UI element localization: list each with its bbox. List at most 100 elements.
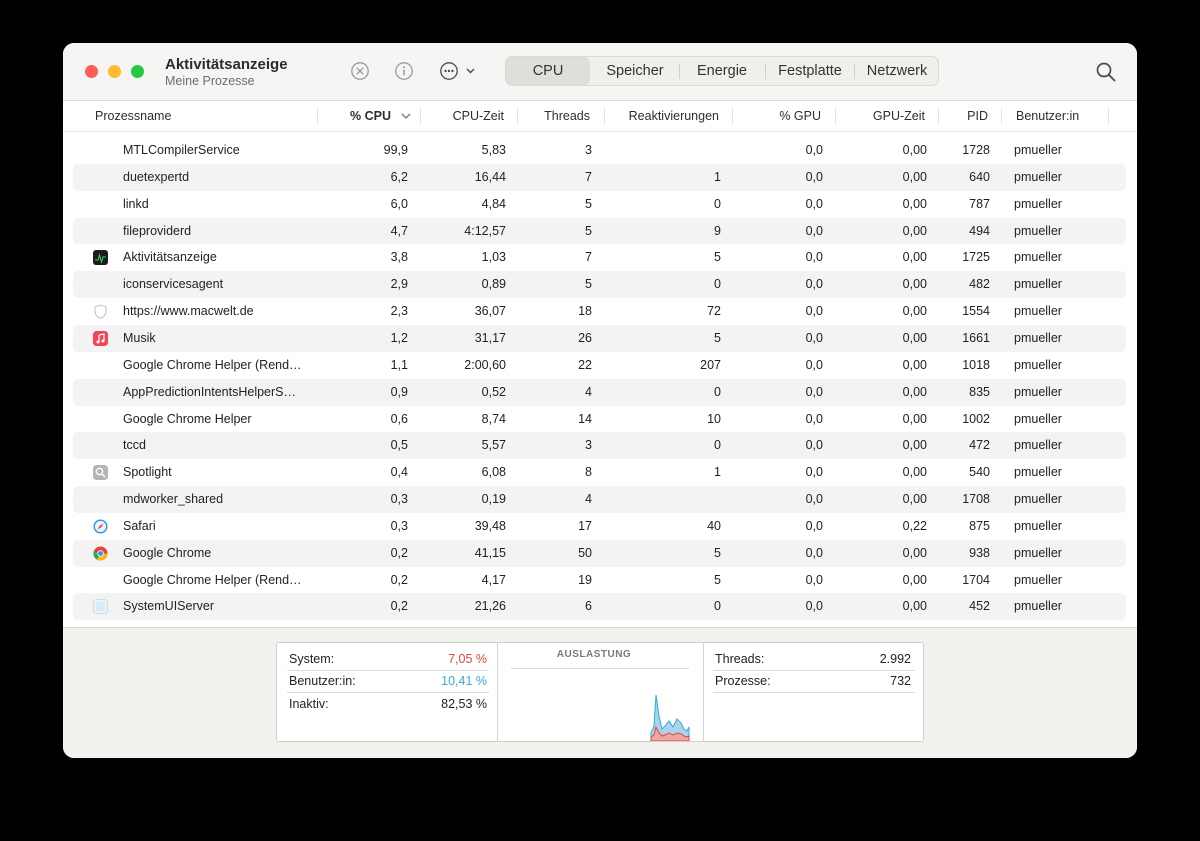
tab-festplatte[interactable]: Festplatte xyxy=(766,57,854,85)
threads-cell: 17 xyxy=(578,518,592,533)
gpu-cell: 0,0 xyxy=(805,599,823,614)
gpu-time-cell: 0,00 xyxy=(902,545,927,560)
table-row[interactable]: Google Chrome 0,2 41,15 50 5 0,0 0,00 938 pmuell… xyxy=(73,539,1126,567)
table-row[interactable]: iconservicesagent 2,9 0,89 5 0 0,0 0,00 482 pmue… xyxy=(73,271,1126,299)
column-header-prozessname[interactable]: Prozessname xyxy=(95,101,171,131)
user-cell: pmueller xyxy=(1014,384,1062,399)
table-row[interactable]: tccd 0,5 5,57 3 0 0,0 0,00 472 pmueller xyxy=(73,432,1126,460)
user-cell: pmueller xyxy=(1014,411,1062,426)
table-row[interactable]: Spotlight 0,4 6,08 8 1 0,0 0,00 540 pmueller xyxy=(73,459,1126,486)
gpu-time-cell: 0,00 xyxy=(902,330,927,345)
user-stat: Benutzer:in: 10,41 % xyxy=(289,670,487,692)
activity-monitor-window: Aktivitätsanzeige Meine Prozesse CPU Spe… xyxy=(63,43,1137,758)
gpu-time-cell: 0,00 xyxy=(902,250,927,265)
column-header-cpu[interactable]: % CPU xyxy=(333,101,391,131)
gpu-time-cell: 0,00 xyxy=(902,196,927,211)
cpu-summary-panel: System: 7,05 % Benutzer:in: 10,41 % Inak… xyxy=(63,627,1137,758)
table-row[interactable]: Aktivitätsanzeige 3,8 1,03 7 5 0,0 0,00 1725 pmu… xyxy=(73,244,1126,271)
table-row[interactable]: Google Chrome Helper (Rend… 0,2 4,17 19 5 0,0… xyxy=(73,567,1126,594)
safari-icon xyxy=(93,519,108,534)
idle-stat: Inaktiv: 82,53 % xyxy=(289,693,487,715)
cpu-cell: 0,2 xyxy=(390,545,408,560)
column-header-threads[interactable]: Threads xyxy=(523,101,590,131)
threads-cell: 4 xyxy=(585,384,592,399)
cpu-cell: 99,9 xyxy=(383,143,408,157)
sort-chevron-down-icon[interactable] xyxy=(400,101,414,131)
cpu-time-cell: 6,08 xyxy=(481,465,506,480)
zoom-window-button[interactable] xyxy=(131,65,144,78)
gpu-cell: 0,0 xyxy=(805,357,823,372)
tab-energie[interactable]: Energie xyxy=(680,57,764,85)
wakeups-cell xyxy=(611,137,721,164)
cpu-time-cell: 8,74 xyxy=(481,411,506,426)
user-value: 10,41 % xyxy=(441,674,487,688)
column-header-cpu-zeit[interactable]: CPU-Zeit xyxy=(425,101,504,131)
gpu-cell: 0,0 xyxy=(805,330,823,345)
process-name-cell: duetexpertd xyxy=(123,169,190,184)
stop-process-icon[interactable] xyxy=(350,61,370,81)
gpu-time-cell: 0,00 xyxy=(902,143,927,157)
systemuiserver-icon xyxy=(93,599,108,615)
info-icon[interactable] xyxy=(394,61,414,81)
cpu-cell: 6,0 xyxy=(390,196,408,211)
cpu-time-cell: 4,17 xyxy=(481,572,506,587)
table-row[interactable]: duetexpertd 6,2 16,44 7 1 0,0 0,00 640 pmueller xyxy=(73,163,1126,191)
table-row[interactable]: linkd 6,0 4,84 5 0 0,0 0,00 787 pmueller xyxy=(73,191,1126,218)
column-header-gpu[interactable]: % GPU xyxy=(743,101,821,131)
spotlight-icon xyxy=(93,465,108,481)
wakeups-cell: 72 xyxy=(707,304,721,319)
user-cell: pmueller xyxy=(1014,223,1062,238)
close-window-button[interactable] xyxy=(85,65,98,78)
cpu-cell: 0,4 xyxy=(390,465,408,480)
gpu-time-cell: 0,00 xyxy=(902,411,927,426)
table-row[interactable]: fileproviderd 4,7 4:12,57 5 9 0,0 0,00 494 pmuel… xyxy=(73,217,1126,245)
system-value: 7,05 % xyxy=(448,652,487,666)
wakeups-cell: 1 xyxy=(714,169,721,184)
threads-label: Threads: xyxy=(715,652,765,666)
table-row[interactable]: mdworker_shared 0,3 0,19 4 0,0 0,00 1708 pmuell… xyxy=(73,486,1126,513)
table-row[interactable]: SystemUIServer 0,2 21,26 6 0 0,0 0,00 452 pmuell… xyxy=(73,593,1126,621)
tab-cpu[interactable]: CPU xyxy=(506,57,590,85)
gpu-time-cell: 0,00 xyxy=(902,304,927,319)
processes-stat: Prozesse: 732 xyxy=(715,670,911,692)
more-actions-icon[interactable] xyxy=(439,61,479,81)
cpu-time-cell: 16,44 xyxy=(474,169,506,184)
wakeups-cell: 10 xyxy=(707,411,721,426)
tab-speicher[interactable]: Speicher xyxy=(592,57,678,85)
cpu-cell: 0,2 xyxy=(390,572,408,587)
threads-cell: 7 xyxy=(585,169,592,184)
table-row[interactable]: AppPredictionIntentsHelperS… 0,9 0,52 4 0 0,0… xyxy=(73,378,1126,406)
view-tabs: CPU Speicher Energie Festplatte Netzwerk xyxy=(505,56,939,86)
tab-netzwerk[interactable]: Netzwerk xyxy=(855,57,939,85)
column-header-gpu-zeit[interactable]: GPU-Zeit xyxy=(843,101,925,131)
search-icon[interactable] xyxy=(1095,61,1117,83)
column-header-benutzer[interactable]: Benutzer:in xyxy=(1016,101,1079,131)
wakeups-cell: 0 xyxy=(714,196,721,211)
cpu-cell: 1,2 xyxy=(390,330,408,345)
cpu-time-cell: 4,84 xyxy=(481,196,506,211)
cpu-time-cell: 36,07 xyxy=(474,304,506,319)
column-header-reaktivierungen[interactable]: Reaktivierungen xyxy=(611,101,719,131)
wakeups-cell: 0 xyxy=(714,277,721,292)
threads-cell: 14 xyxy=(578,411,592,426)
pid-cell: 938 xyxy=(969,545,990,560)
table-row[interactable]: Musik 1,2 31,17 26 5 0,0 0,00 1661 pmueller xyxy=(73,324,1126,352)
user-cell: pmueller xyxy=(1014,169,1062,184)
title-bar: Aktivitätsanzeige Meine Prozesse CPU Spe… xyxy=(63,43,1137,101)
pid-cell: 540 xyxy=(969,465,990,480)
cpu-cell: 2,9 xyxy=(390,277,408,292)
table-row[interactable]: MTLCompilerService 99,9 5,83 3 0,0 0,00 1728 pm… xyxy=(73,137,1126,164)
table-row[interactable]: Google Chrome Helper (Rend… 1,1 2:00,60 22 2… xyxy=(73,352,1126,379)
gpu-time-cell: 0,00 xyxy=(902,599,927,614)
table-row[interactable]: Google Chrome Helper 0,6 8,74 14 10 0,0 0,00 10… xyxy=(73,406,1126,433)
threads-cell: 3 xyxy=(585,143,592,157)
user-cell: pmueller xyxy=(1014,304,1062,319)
wakeups-cell: 5 xyxy=(714,250,721,265)
user-cell: pmueller xyxy=(1014,196,1062,211)
table-row[interactable]: Safari 0,3 39,48 17 40 0,0 0,22 875 pmueller xyxy=(73,513,1126,540)
table-row[interactable]: https://www.macwelt.de 2,3 36,07 18 72 0,0 0,0… xyxy=(73,298,1126,325)
window-subtitle: Meine Prozesse xyxy=(165,74,255,88)
minimize-window-button[interactable] xyxy=(108,65,121,78)
column-header-pid[interactable]: PID xyxy=(943,101,988,131)
wakeups-cell: 5 xyxy=(714,572,721,587)
